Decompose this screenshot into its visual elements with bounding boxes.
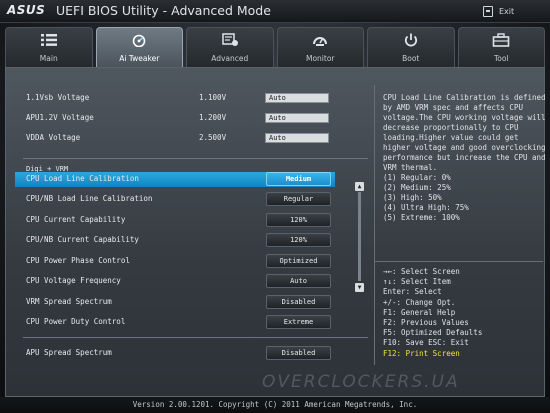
key-hint: F5: Optimized Defaults: [383, 328, 483, 338]
tab-label: Main: [39, 54, 58, 63]
setting-row-cpunb-current[interactable]: CPU/NB Current Capability 120%: [15, 233, 335, 247]
section-divider: [23, 158, 368, 159]
setting-current-value: 1.200V: [199, 113, 227, 122]
tab-bar: Main Ai Tweaker Advanced Monitor Boot To…: [5, 27, 545, 67]
setting-label: CPU Power Phase Control: [26, 256, 130, 265]
tab-boot[interactable]: Boot: [367, 27, 455, 67]
advanced-settings-icon: [222, 33, 238, 46]
option-button[interactable]: 120%: [266, 213, 331, 227]
exit-label: Exit: [499, 6, 515, 16]
key-hint-print-screen: F12: Print Screen: [383, 348, 460, 358]
tab-monitor[interactable]: Monitor: [276, 27, 364, 67]
help-line: (5) Extreme: 100%: [383, 213, 460, 222]
speedometer-icon: [132, 34, 146, 47]
title-bar: ASUS UEFI BIOS Utility - Advanced Mode E…: [0, 0, 550, 23]
tab-label: Advanced: [211, 54, 249, 63]
scroll-down-arrow-icon[interactable]: ▼: [355, 283, 364, 292]
option-button[interactable]: Regular: [266, 192, 331, 206]
option-button[interactable]: Optimized: [266, 254, 331, 268]
key-hint: Enter: Select: [383, 287, 442, 297]
toolbox-icon: [492, 33, 510, 47]
setting-row-power-phase[interactable]: CPU Power Phase Control Optimized: [15, 254, 335, 268]
setting-label: CPU Power Duty Control: [26, 317, 126, 326]
setting-row-cpu-llc[interactable]: CPU Load Line Calibration Medium: [15, 172, 335, 187]
setting-row-power-duty[interactable]: CPU Power Duty Control Extreme: [15, 315, 335, 329]
window-title: UEFI BIOS Utility - Advanced Mode: [56, 3, 271, 18]
setting-label: CPU/NB Current Capability: [26, 235, 139, 244]
help-pane: CPU Load Line Calibration is defined by …: [374, 85, 546, 365]
setting-row-apu1-2v[interactable]: APU1.2V Voltage 1.200V Auto: [15, 111, 335, 125]
help-line: higher voltage and good overclocking: [383, 143, 546, 152]
voltage-input[interactable]: Auto: [265, 133, 329, 143]
help-line: VRM thermal.: [383, 163, 438, 172]
setting-label: APU Spread Spectrum: [26, 348, 112, 357]
help-line: voltage.The CPU working voltage will: [383, 113, 546, 122]
asus-logo: ASUS: [7, 3, 46, 17]
help-line: decrease proportionally to CPU: [383, 123, 519, 132]
key-hint: F10: Save ESC: Exit: [383, 338, 469, 348]
tab-ai-tweaker[interactable]: Ai Tweaker: [95, 27, 183, 67]
key-hint: F2: Previous Values: [383, 318, 469, 328]
setting-label: CPU/NB Load Line Calibration: [26, 194, 153, 203]
watermark: OVERCLOCKERS.UA: [262, 372, 460, 392]
setting-label: APU1.2V Voltage: [26, 113, 94, 122]
help-line: (2) Medium: 25%: [383, 183, 451, 192]
option-button[interactable]: 120%: [266, 233, 331, 247]
footer-version: Version 2.00.1201. Copyright (C) 2011 Am…: [0, 397, 550, 413]
option-button[interactable]: Disabled: [266, 295, 331, 309]
setting-row-vdda[interactable]: VDDA Voltage 2.500V Auto: [15, 131, 335, 145]
settings-list: 1.1Vsb Voltage 1.100V Auto APU1.2V Volta…: [15, 85, 370, 370]
setting-label: VDDA Voltage: [26, 133, 81, 142]
list-icon: [40, 34, 57, 46]
voltage-input[interactable]: Auto: [265, 93, 329, 103]
tab-label: Boot: [402, 54, 420, 63]
setting-row-1-1vsb[interactable]: 1.1Vsb Voltage 1.100V Auto: [15, 91, 335, 105]
power-icon: [404, 33, 417, 47]
setting-row-cpu-current[interactable]: CPU Current Capability 120%: [15, 213, 335, 227]
setting-row-vrm-spread[interactable]: VRM Spread Spectrum Disabled: [15, 295, 335, 309]
setting-row-cpunb-llc[interactable]: CPU/NB Load Line Calibration Regular: [15, 192, 335, 206]
scrollbar-track[interactable]: [358, 192, 361, 281]
setting-current-value: 2.500V: [199, 133, 227, 142]
key-legend: →←: Select Screen ↑↓: Select Item Enter:…: [375, 261, 543, 359]
tab-tool[interactable]: Tool: [457, 27, 545, 67]
help-line: performance but increase the CPU and: [383, 153, 546, 162]
scrollbar[interactable]: ▲ ▼: [355, 182, 364, 292]
tab-label: Ai Tweaker: [119, 54, 160, 63]
help-line: (4) Ultra High: 75%: [383, 203, 469, 212]
setting-row-apu-spread[interactable]: APU Spread Spectrum Disabled: [15, 346, 335, 360]
scroll-up-arrow-icon[interactable]: ▲: [355, 182, 364, 191]
key-hint: F1: General Help: [383, 307, 456, 317]
gauge-icon: [313, 37, 328, 46]
tab-advanced[interactable]: Advanced: [186, 27, 274, 67]
setting-label: CPU Current Capability: [26, 215, 126, 224]
exit-door-icon: [483, 5, 493, 17]
tab-label: Monitor: [305, 54, 335, 63]
option-button[interactable]: Auto: [266, 274, 331, 288]
key-hint: +/-: Change Opt.: [383, 297, 456, 307]
exit-button[interactable]: Exit: [483, 4, 514, 18]
help-line: by AMD VRM spec and affects CPU: [383, 103, 523, 112]
help-text: CPU Load Line Calibration is defined by …: [383, 93, 546, 223]
setting-label: CPU Voltage Frequency: [26, 276, 121, 285]
tab-label: Tool: [493, 54, 509, 63]
option-button[interactable]: Medium: [266, 172, 331, 186]
setting-label: 1.1Vsb Voltage: [26, 93, 90, 102]
help-line: CPU Load Line Calibration is defined: [383, 93, 546, 102]
bios-screen: ASUS UEFI BIOS Utility - Advanced Mode E…: [0, 0, 550, 413]
option-button[interactable]: Disabled: [266, 346, 331, 360]
help-line: (1) Regular: 0%: [383, 173, 451, 182]
key-hint: →←: Select Screen: [383, 267, 460, 276]
help-line: (3) High: 50%: [383, 193, 442, 202]
setting-row-voltage-frequency[interactable]: CPU Voltage Frequency Auto: [15, 274, 335, 288]
tab-main[interactable]: Main: [5, 27, 93, 67]
section-divider: [23, 337, 368, 338]
option-button[interactable]: Extreme: [266, 315, 331, 329]
voltage-input[interactable]: Auto: [265, 113, 329, 123]
setting-current-value: 1.100V: [199, 93, 227, 102]
setting-label: CPU Load Line Calibration: [26, 174, 139, 183]
help-line: loading.Higher value could get: [383, 133, 519, 142]
setting-label: VRM Spread Spectrum: [26, 297, 112, 306]
key-hint: ↑↓: Select Item: [383, 277, 451, 287]
